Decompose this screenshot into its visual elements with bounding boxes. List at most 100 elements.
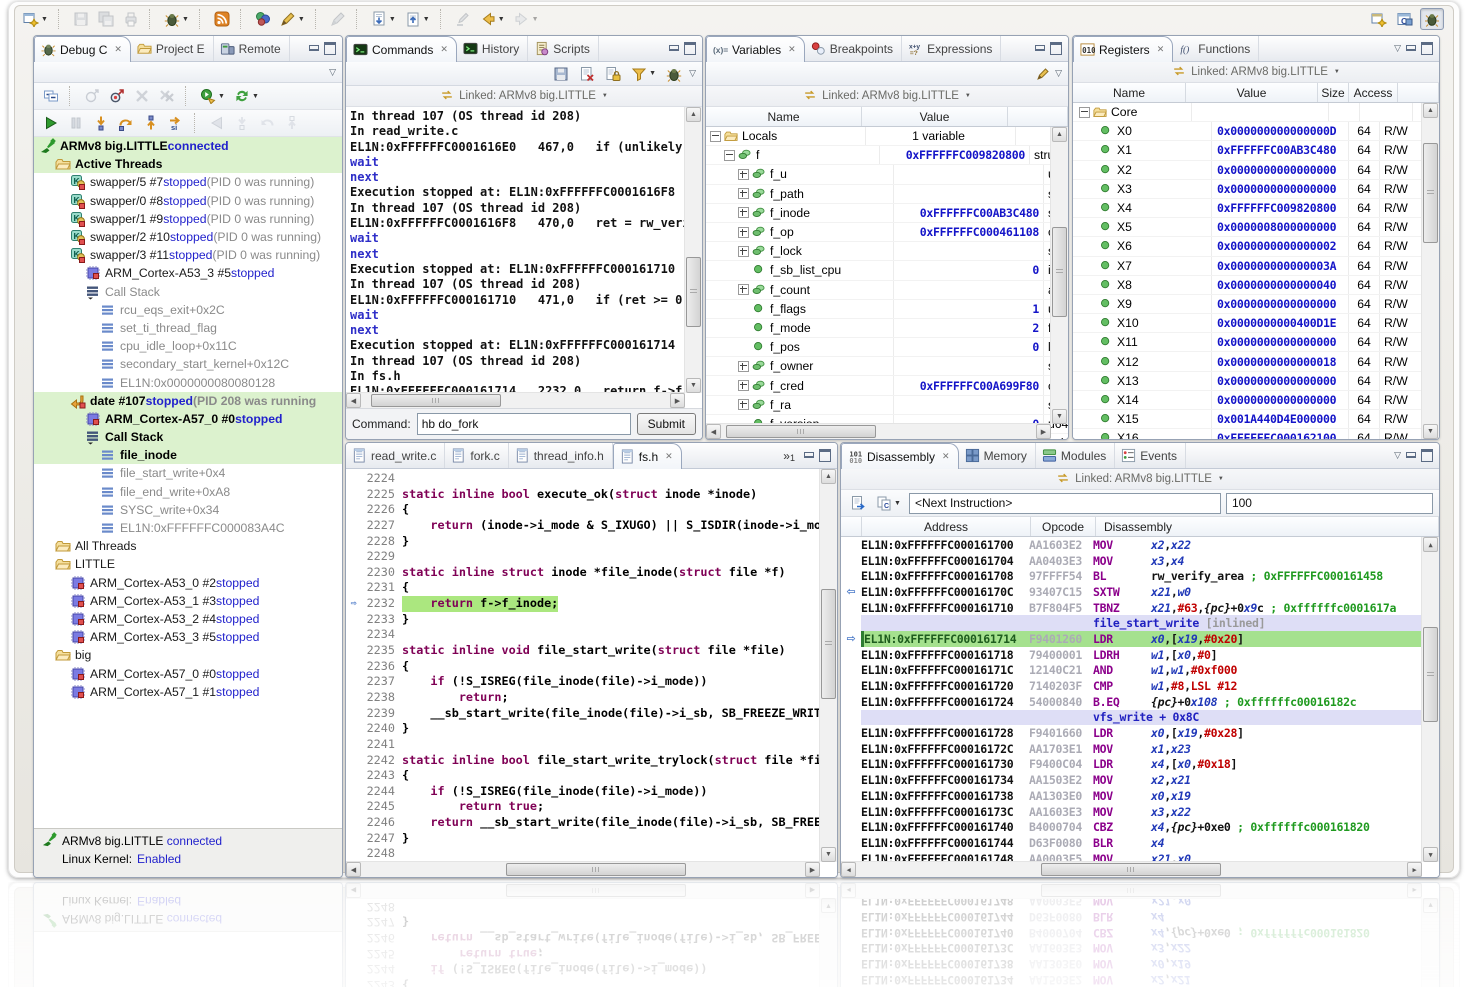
export-wizard-button[interactable]: ▼ [402,9,433,29]
tree-row[interactable]: Active Threads [34,155,342,173]
maximize-button[interactable] [1421,42,1433,55]
editor-line[interactable]: 2243{ [346,768,820,784]
tab-project-e[interactable]: Project E [131,36,214,61]
close-icon[interactable]: ✕ [114,44,122,55]
variables-header[interactable]: Name Value [706,107,1068,127]
register-row[interactable]: X10xFFFFFFC00AB3C48064R/W [1073,141,1439,160]
disassembly-navigation-combo[interactable]: <Next Instruction> [909,493,1221,514]
view-menu-icon[interactable]: ▽ [1394,450,1401,461]
collapse-all-button[interactable] [40,86,62,106]
debug-bug-button[interactable]: ▼ [161,9,192,29]
maximize-button[interactable] [1421,449,1433,462]
register-row[interactable]: X130x000000000000000064R/W [1073,372,1439,391]
new-wizard-button[interactable]: ▼ [20,9,51,29]
editor-line[interactable]: 2236{ [346,659,820,675]
editor-vscrollbar[interactable]: ▲ ▼ [819,469,837,862]
import-wizard-button[interactable]: ▼ [368,9,399,29]
tree-row[interactable]: Kswapper/2 #10 stopped (PID 0 was runnin… [34,228,342,246]
register-row[interactable]: X160xFFFFFFC00016210064R/W [1073,429,1439,439]
register-row[interactable]: X110x000000000000000064R/W [1073,333,1439,352]
view-menu-icon[interactable]: ▽ [329,67,336,78]
tab-remote[interactable]: Remote [214,36,290,61]
disassembly-count-field[interactable]: 100 [1226,493,1433,514]
registers-header[interactable]: Name Value Size Access [1073,83,1439,103]
connect-new-button[interactable] [106,86,128,106]
tab-variables[interactable]: (x)=Variables✕ [706,36,805,62]
tree-row[interactable]: ARMv8 big.LITTLE connected [34,137,342,155]
editor-line[interactable]: 2226{ [346,502,820,518]
tree-row[interactable]: ARM_Cortex-A57_0 #0 stopped [34,664,342,682]
editor-line[interactable]: 2228} [346,534,820,550]
editor-line[interactable]: 2241 [346,737,820,753]
editor-line[interactable]: 2247} [346,831,820,847]
editor-hscrollbar[interactable]: ◀ ▶ [346,861,820,877]
view-menu-icon[interactable]: ▽ [1394,43,1401,54]
register-row[interactable]: X40xFFFFFFC00982080064R/W [1073,199,1439,218]
register-row[interactable]: X120x000000000000001864R/W [1073,352,1439,371]
collapse-icon[interactable] [1079,107,1090,118]
disassembly-row[interactable]: EL1N:0xFFFFFFC000161738AA1303E0MOVx0,x19 [841,788,1439,804]
cpp-perspective-button[interactable]: C [1394,9,1416,29]
register-row[interactable]: X150x001A440D4E00000064R/W [1073,410,1439,429]
disassembly-row[interactable]: EL1N:0xFFFFFFC00016171C12140C21ANDw1,w1,… [841,663,1439,679]
editor-line[interactable]: 2229 [346,549,820,565]
commands-hscrollbar[interactable]: ◀ ▶ [346,392,685,408]
disassembly-row[interactable]: EL1N:0xFFFFFFC000161728F9401660LDRx0,[x1… [841,725,1439,741]
expand-icon[interactable] [738,207,749,218]
disassembly-hscrollbar[interactable]: ◀ ▶ [841,861,1422,877]
close-icon[interactable]: ✕ [788,44,796,55]
editor-line[interactable]: 2238 return; [346,690,820,706]
variable-row[interactable]: f_rastruct file_ [706,396,1068,415]
step-into-button[interactable] [90,113,112,133]
register-row[interactable]: X90x000000000000000064R/W [1073,295,1439,314]
editor-line[interactable]: ⇨2232 return f->f_inode; [346,596,820,612]
tree-row[interactable]: cpu_idle_loop+0x11C [34,337,342,355]
tab-fork-c[interactable]: fork.c [445,443,508,468]
expand-icon[interactable] [738,399,749,410]
expand-icon[interactable] [738,361,749,372]
editor-line[interactable]: 2234 [346,627,820,643]
register-row[interactable]: X140x000000000000000064R/W [1073,391,1439,410]
minimize-button[interactable] [804,451,814,460]
variable-row[interactable]: f_ownerstruct fown [706,357,1068,376]
step-out-button[interactable] [140,113,162,133]
tab-thread-info-h[interactable]: thread_info.h [509,443,613,468]
run-config-button[interactable]: ▼ [197,86,228,106]
expand-icon[interactable] [738,169,749,180]
config-spheres-button[interactable] [252,9,274,29]
minimize-button[interactable] [1035,44,1045,53]
tree-row[interactable]: All Threads [34,537,342,555]
copy-button[interactable]: C▼ [873,493,904,513]
expand-icon[interactable] [738,188,749,199]
maximize-button[interactable] [1050,42,1062,55]
editor-line[interactable]: 2248 [346,846,820,862]
editor-line[interactable]: 2245 return true; [346,799,820,815]
maximize-button[interactable] [684,42,696,55]
back-arrow-button[interactable]: ▼ [477,9,508,29]
new-perspective-button[interactable] [1368,9,1390,29]
tree-row[interactable]: secondary_start_kernel+0x12C [34,355,342,373]
close-icon[interactable]: ✕ [665,451,673,462]
debug-perspective-button[interactable] [1420,8,1444,30]
disassembly-row[interactable]: EL1N:0xFFFFFFC000161744D63F0080BLRx4 [841,835,1439,851]
tree-row[interactable]: Kswapper/0 #8 stopped (PID 0 was running… [34,192,342,210]
maximize-button[interactable] [324,42,336,55]
debug-bug-button[interactable] [663,64,685,84]
tree-row[interactable]: LITTLE [34,555,342,573]
tree-row[interactable]: ARM_Cortex-A57_1 #1 stopped [34,683,342,701]
tab-overflow-count[interactable]: »1 [779,449,799,463]
register-row[interactable]: X30x000000000000000064R/W [1073,180,1439,199]
variable-row[interactable]: f_mode2fmode_t [706,319,1068,338]
tree-row[interactable]: Call Stack [34,428,342,446]
disassembly-row[interactable]: ⇦EL1N:0xFFFFFFC00016170C93407C15SXTWx21,… [841,584,1439,600]
maximize-button[interactable] [819,449,831,462]
step-over-button[interactable] [115,113,137,133]
disassembly-row[interactable]: EL1N:0xFFFFFFC000161700AA1603E2MOVx2,x22 [841,537,1439,553]
view-menu-icon[interactable]: ▽ [1055,68,1062,79]
editor-line[interactable]: 2227 return (inode->i_mode & S_IXUGO) ||… [346,518,820,534]
expand-icon[interactable] [738,227,749,238]
tab-history[interactable]: History [457,36,528,61]
editor-line[interactable]: 2231{ [346,580,820,596]
disassembly-row[interactable]: EL1N:0xFFFFFFC000161730F9400C04LDRx4,[x0… [841,757,1439,773]
variable-row[interactable]: f_lockspinlock_t [706,242,1068,261]
